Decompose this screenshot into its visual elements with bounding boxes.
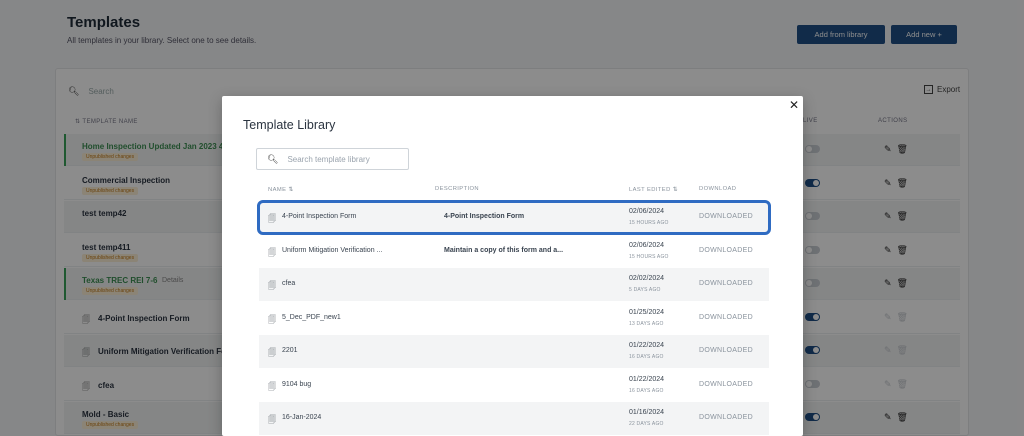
last-edited-date: 01/16/2024 <box>629 409 665 416</box>
header-download: DOWNLOAD <box>699 186 737 192</box>
template-icon: 🗐︎ <box>268 247 276 257</box>
last-edited-date: 01/22/2024 <box>629 375 665 383</box>
download-status[interactable]: DOWNLOADED <box>699 347 753 354</box>
template-icon: 🗐︎ <box>268 348 276 357</box>
sort-icon: ⇅ <box>288 187 294 193</box>
modal-title: Template Library <box>243 118 336 132</box>
template-name: 2201 <box>282 347 298 354</box>
download-status[interactable]: DOWNLOADED <box>699 414 753 421</box>
sort-icon: ⇅ <box>672 187 679 193</box>
library-row[interactable]: 🗐︎ Uniform Mitigation Verification ... Mai… <box>259 235 769 268</box>
search-icon: 🔍︎ <box>267 153 279 164</box>
download-status[interactable]: DOWNLOADED <box>699 314 753 321</box>
template-name: 16-Jan-2024 <box>282 414 322 421</box>
library-search[interactable]: 🔍︎ <box>256 148 409 170</box>
library-row[interactable]: 🗐︎ 5_Dec_PDF_new1 01/25/2024 13 DAYS AGO DOW… <box>259 302 769 335</box>
download-status[interactable]: DOWNLOADED <box>699 381 753 388</box>
last-edited-date: 01/22/2024 <box>629 342 665 349</box>
download-status[interactable]: DOWNLOADED <box>699 247 753 254</box>
close-icon[interactable]: ✕ <box>789 98 799 112</box>
library-row[interactable]: 🗐︎ 2201 01/22/2024 16 DAYS AGO DOWNLOADED <box>259 335 769 368</box>
template-icon: 🗐︎ <box>268 214 276 223</box>
last-edited-relative: 15 HOURS AGO <box>629 253 669 260</box>
template-library-modal: ✕ Template Library 🔍︎ NAME⇅ DESCRIPTION … <box>222 96 803 436</box>
template-name: Uniform Mitigation Verification ... <box>282 246 383 254</box>
template-icon: 🗐︎ <box>268 314 276 324</box>
template-icon: 🗐︎ <box>268 281 276 290</box>
header-last-edited[interactable]: LAST EDITED ⇅ <box>629 186 679 194</box>
last-edited-relative: 5 DAYS AGO <box>629 287 661 293</box>
template-description: 4-Point Inspection Form <box>444 213 525 220</box>
library-row[interactable]: 🗐︎ 4-Point Inspection Form 4-Point Inspect… <box>259 201 769 234</box>
template-icon: 🗐︎ <box>268 381 276 391</box>
library-row[interactable]: 🗐︎ 16-Jan-2024 01/16/2024 22 DAYS AGO DOWNLO… <box>259 402 769 435</box>
download-status[interactable]: DOWNLOADED <box>699 280 753 287</box>
library-row[interactable]: 🗐︎ 9104 bug 01/22/2024 16 DAYS AGO DOWNLOADE… <box>259 369 769 402</box>
download-status[interactable]: DOWNLOADED <box>699 213 753 220</box>
last-edited-relative: 16 DAYS AGO <box>629 354 664 360</box>
template-name: cfea <box>282 280 296 287</box>
template-name: 9104 bug <box>282 380 312 388</box>
template-name: 4-Point Inspection Form <box>282 213 357 220</box>
last-edited-relative: 13 DAYS AGO <box>629 320 664 327</box>
template-name: 5_Dec_PDF_new1 <box>282 313 341 321</box>
last-edited-date: 01/25/2024 <box>629 308 665 316</box>
last-edited-date: 02/06/2024 <box>629 208 665 215</box>
last-edited-relative: 15 HOURS AGO <box>629 220 669 226</box>
header-name[interactable]: NAME ⇅ <box>268 186 294 194</box>
template-icon: 🗐︎ <box>268 415 276 424</box>
last-edited-date: 02/06/2024 <box>629 241 665 249</box>
header-description: DESCRIPTION <box>435 186 480 192</box>
last-edited-date: 02/02/2024 <box>629 275 665 282</box>
template-description: Maintain a copy of this form and a... <box>444 246 564 254</box>
library-search-input[interactable] <box>287 154 398 164</box>
library-row[interactable]: 🗐︎ cfea 02/02/2024 5 DAYS AGO DOWNLOADED <box>259 268 769 301</box>
last-edited-relative: 22 DAYS AGO <box>629 421 664 427</box>
last-edited-relative: 16 DAYS AGO <box>629 387 664 394</box>
